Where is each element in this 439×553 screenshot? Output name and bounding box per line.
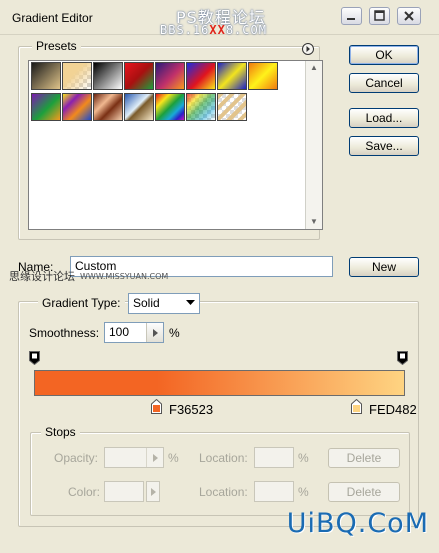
- preset-swatch[interactable]: [155, 93, 185, 121]
- smoothness-arrow-button[interactable]: [146, 323, 163, 342]
- preset-swatch[interactable]: [93, 62, 123, 90]
- chevron-right-icon: [153, 454, 158, 462]
- preset-swatch[interactable]: [31, 62, 61, 90]
- opacity-input[interactable]: [104, 447, 164, 468]
- new-button[interactable]: New: [349, 257, 419, 277]
- opacity-unit: %: [168, 451, 179, 465]
- preset-swatch[interactable]: [124, 93, 154, 121]
- scroll-down-icon[interactable]: ▼: [306, 215, 322, 229]
- color-stop-right-label: FED482: [369, 402, 417, 417]
- smoothness-value: 100: [109, 325, 130, 339]
- color-label: Color:: [68, 485, 101, 499]
- preset-swatch[interactable]: [248, 62, 278, 90]
- title-bar: Gradient Editor PS教程论坛 BBS.16XX8.COM: [0, 0, 439, 37]
- circle-arrow-icon[interactable]: [301, 42, 315, 56]
- watermark-site-name: 思缘设计论坛: [9, 270, 75, 283]
- opacity-stop-left-icon[interactable]: [29, 351, 40, 365]
- maximize-button[interactable]: [369, 7, 390, 25]
- color-location-unit: %: [298, 485, 309, 499]
- color-stop-left-label: F36523: [169, 402, 214, 417]
- color-delete-button[interactable]: Delete: [328, 482, 400, 502]
- chevron-down-icon: [186, 300, 195, 305]
- preset-swatch[interactable]: [217, 62, 247, 90]
- stops-legend: Stops: [41, 425, 80, 439]
- presets-scrollbar[interactable]: ▲ ▼: [305, 61, 322, 229]
- preset-swatch[interactable]: [31, 93, 61, 121]
- opacity-stop-right-icon[interactable]: [397, 351, 408, 365]
- opacity-location-input[interactable]: [254, 447, 294, 468]
- preset-swatch[interactable]: [62, 93, 92, 121]
- cancel-button[interactable]: Cancel: [349, 73, 419, 93]
- scroll-up-icon[interactable]: ▲: [306, 61, 322, 75]
- watermark-uibq: UiBQ.CoM: [286, 508, 429, 539]
- stops-group: [30, 432, 410, 516]
- preset-swatch[interactable]: [62, 62, 92, 90]
- maximize-icon: [374, 10, 385, 21]
- ok-button[interactable]: OK: [349, 45, 419, 65]
- load-button[interactable]: Load...: [349, 108, 419, 128]
- color-stop-left-icon[interactable]: [151, 399, 162, 414]
- preset-swatch[interactable]: [155, 62, 185, 90]
- preset-swatch[interactable]: [93, 93, 123, 121]
- close-icon: [404, 11, 414, 21]
- opacity-arrow-button[interactable]: [146, 448, 163, 467]
- watermark-forum-url: BBS.16XX8.COM: [160, 23, 267, 37]
- color-swatch-field[interactable]: [104, 481, 144, 502]
- watermark-site-url: WWW.MISSYUAN.COM: [80, 272, 169, 281]
- preset-swatch[interactable]: [217, 93, 247, 121]
- smoothness-label: Smoothness:: [29, 326, 100, 340]
- minimize-icon: [347, 18, 355, 20]
- color-location-input[interactable]: [254, 481, 294, 502]
- gradient-type-label: Gradient Type:: [38, 296, 125, 310]
- opacity-label: Opacity:: [54, 451, 99, 465]
- opacity-location-unit: %: [298, 451, 309, 465]
- preset-swatch[interactable]: [186, 62, 216, 90]
- chevron-right-icon: [153, 329, 158, 337]
- color-arrow-button[interactable]: [146, 481, 160, 502]
- presets-legend: Presets: [32, 39, 81, 53]
- save-button[interactable]: Save...: [349, 136, 419, 156]
- color-location-label: Location:: [199, 485, 248, 499]
- close-button[interactable]: [397, 7, 421, 25]
- preset-swatch[interactable]: [186, 93, 216, 121]
- color-stop-right-icon[interactable]: [351, 399, 362, 414]
- smoothness-input[interactable]: 100: [104, 322, 164, 343]
- preset-swatch[interactable]: [124, 62, 154, 90]
- minimize-button[interactable]: [341, 7, 362, 25]
- chevron-right-icon: [151, 488, 156, 496]
- opacity-delete-button[interactable]: Delete: [328, 448, 400, 468]
- opacity-location-label: Location:: [199, 451, 248, 465]
- window-title: Gradient Editor: [12, 11, 93, 25]
- gradient-preview-bar[interactable]: [34, 370, 405, 396]
- gradient-type-value: Solid: [133, 296, 160, 310]
- smoothness-unit: %: [169, 326, 180, 340]
- gradient-type-select[interactable]: Solid: [128, 293, 200, 314]
